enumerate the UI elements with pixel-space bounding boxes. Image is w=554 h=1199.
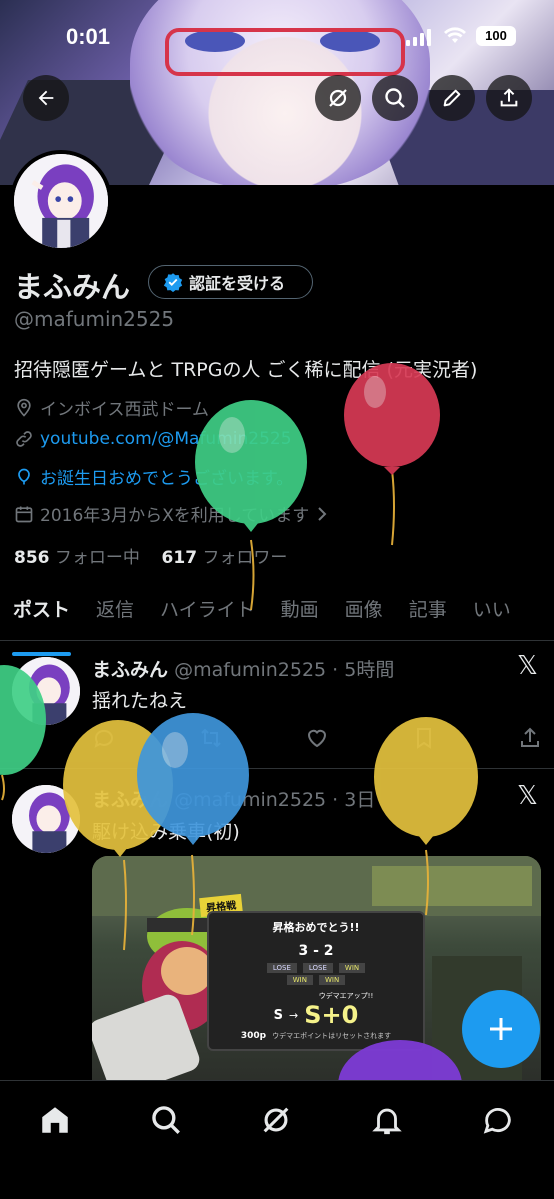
compose-plus-icon [490, 1018, 512, 1040]
points-row: 300p ウデマエポイントはリセットされます [209, 1031, 423, 1041]
followers-label: フォロワー [202, 548, 288, 568]
bookmark-icon[interactable] [412, 726, 436, 750]
following-link[interactable]: 856 フォロー中 [14, 548, 140, 568]
avatar-illustration [14, 154, 108, 248]
birthday-text[interactable]: お誕生日おめでとうございます。 [40, 464, 293, 489]
grok-button[interactable] [315, 75, 361, 121]
search-button[interactable] [372, 75, 418, 121]
tab-likes[interactable]: いい [460, 585, 524, 640]
result-cell: WIN [338, 963, 366, 973]
share-icon[interactable] [518, 726, 542, 750]
profile-link-row: youtube.com/@Mafumin2525 [14, 429, 292, 449]
get-verified-button[interactable]: 認証を受ける [148, 265, 313, 299]
bottom-nav [0, 1080, 554, 1199]
post-author: まふみん [92, 789, 169, 811]
location-icon [17, 398, 31, 417]
edit-button[interactable] [429, 75, 475, 121]
tab-replies[interactable]: 返信 [83, 585, 147, 640]
messages-icon[interactable] [481, 1103, 515, 1137]
home-icon[interactable] [38, 1103, 72, 1137]
location-text: インボイス西武ドーム [40, 400, 209, 420]
search-icon [385, 88, 405, 108]
calendar-icon [15, 506, 33, 522]
result-cell: LOSE [266, 963, 297, 973]
grok-icon[interactable] [259, 1103, 293, 1137]
post-avatar[interactable] [12, 657, 80, 725]
joined-text: 2016年3月からXを利用しています [40, 506, 310, 526]
following-label: フォロー中 [54, 548, 140, 568]
chevron-right-icon [318, 506, 327, 521]
rank-label: ウデマエアップ!! [318, 992, 374, 1000]
like-icon[interactable] [305, 726, 329, 750]
following-count: 856 [14, 548, 50, 568]
back-button[interactable] [23, 75, 69, 121]
post-actions [92, 726, 542, 750]
reply-icon[interactable] [92, 726, 116, 750]
result-cell: WIN [286, 975, 313, 985]
tab-photos[interactable]: 画像 [332, 585, 396, 640]
post-text: 駆け込み乗車(初) [92, 821, 240, 843]
get-verified-label: 認証を受ける [189, 274, 286, 293]
tab-highlights[interactable]: ハイライト [147, 585, 268, 640]
repost-icon[interactable] [199, 726, 223, 750]
tab-articles[interactable]: 記事 [396, 585, 460, 640]
followers-link[interactable]: 617 フォロワー [162, 548, 288, 568]
x-logo-icon: 𝕏 [517, 781, 538, 811]
cellular-signal-icon [406, 28, 431, 46]
profile-avatar[interactable] [10, 150, 112, 252]
post-header: まふみん @mafumin2525 · 3日 [92, 785, 375, 812]
grok-icon [329, 89, 347, 107]
back-arrow-icon [38, 90, 54, 106]
result-score: 3 - 2 [298, 943, 334, 959]
rank-arrow: → [289, 1008, 299, 1022]
status-time: 0:01 [66, 24, 111, 49]
result-headline: 昇格おめでとう!! [272, 921, 360, 934]
wifi-icon [444, 27, 466, 43]
rank-change: S → S+0 [209, 1001, 423, 1029]
edit-icon [443, 89, 461, 107]
follow-stats: 856 フォロー中 617 フォロワー [14, 543, 287, 568]
compose-button[interactable] [462, 990, 540, 1068]
game-result-panel: 昇格おめでとう!! 3 - 2 LOSE LOSE WIN WIN WIN ウデ… [207, 911, 425, 1051]
profile-tabs: ポスト 返信 ハイライト 動画 画像 記事 いい [0, 585, 554, 656]
avatar-illustration [12, 657, 80, 725]
profile-handle: @mafumin2525 [14, 307, 175, 331]
balloon-icon [18, 468, 30, 484]
points-note: ウデマエポイントはリセットされます [272, 1032, 392, 1040]
profile-link[interactable]: youtube.com/@Mafumin2525 [40, 429, 292, 449]
post-avatar[interactable] [12, 785, 80, 853]
avatar-illustration [12, 785, 80, 853]
result-cell: WIN [319, 975, 346, 985]
post-author: まふみん [92, 659, 169, 681]
profile-name: まふみん [14, 270, 131, 304]
followers-count: 617 [161, 548, 198, 568]
result-row: WIN WIN [209, 975, 423, 985]
share-button[interactable] [486, 75, 532, 121]
rank-from: S [273, 1007, 284, 1023]
battery-indicator: 100 [476, 26, 516, 46]
tab-posts[interactable]: ポスト [0, 585, 83, 656]
notifications-icon[interactable] [370, 1103, 404, 1137]
explore-icon[interactable] [149, 1103, 183, 1137]
link-icon [16, 431, 32, 447]
post-item[interactable]: まふみん @mafumin2525 · 5時間 𝕏 揺れたねえ [0, 641, 554, 769]
x-logo-icon: 𝕏 [517, 651, 538, 681]
rank-to: S+0 [304, 1001, 359, 1029]
balloon [344, 363, 440, 546]
result-row: LOSE LOSE WIN [209, 963, 423, 973]
post-header: まふみん @mafumin2525 · 5時間 [92, 655, 394, 682]
share-icon [500, 88, 518, 107]
post-text: 揺れたねえ [92, 690, 188, 712]
post-meta: @mafumin2525 · 3日 [174, 789, 376, 811]
profile-birthday: お誕生日おめでとうございます。 [14, 464, 293, 489]
tab-videos[interactable]: 動画 [268, 585, 332, 640]
status-bar: 0:01 100 [0, 20, 554, 56]
points-value: 300p [240, 1031, 267, 1041]
post-meta: @mafumin2525 · 5時間 [174, 659, 395, 681]
profile-joined[interactable]: 2016年3月からXを利用しています [14, 501, 329, 526]
profile-location: インボイス西武ドーム [14, 395, 209, 420]
verified-badge-icon [163, 273, 183, 292]
result-cell: LOSE [302, 963, 333, 973]
profile-bio: 招待隠匿ゲームと TRPGの人 ごく稀に配信 (元実況者) [14, 359, 478, 381]
